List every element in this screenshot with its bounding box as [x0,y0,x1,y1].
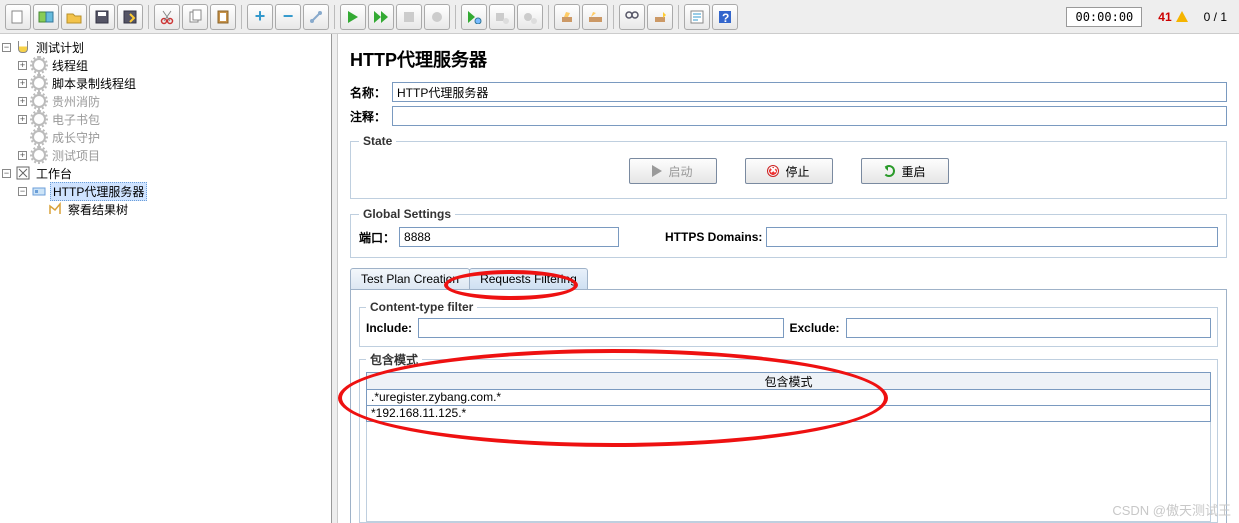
name-input[interactable] [392,82,1227,102]
shutdown-icon[interactable] [424,4,450,30]
clear-icon[interactable] [554,4,580,30]
tree-proxy[interactable]: HTTP代理服务器 [50,182,147,201]
function-helper-icon[interactable] [684,4,710,30]
tree-item[interactable]: 测试项目 [50,147,102,164]
run-notimer-icon[interactable] [368,4,394,30]
exclude-input[interactable] [846,318,1211,338]
tree-root[interactable]: 测试计划 [34,39,86,56]
exclude-label: Exclude: [790,321,840,335]
https-input[interactable] [766,227,1218,247]
tree-item[interactable]: 线程组 [50,57,90,74]
tree-workbench[interactable]: 工作台 [34,165,74,182]
clear-all-icon[interactable] [582,4,608,30]
remote-shutdown-icon[interactable] [517,4,543,30]
global-settings-fieldset: Global Settings 端口： HTTPS Domains: [350,207,1227,258]
new-icon[interactable] [5,4,31,30]
save-icon[interactable] [89,4,115,30]
cut-icon[interactable] [154,4,180,30]
port-label: 端口： [359,229,395,246]
start-button[interactable]: 启动 [629,158,717,184]
remote-stop-icon[interactable] [489,4,515,30]
pattern-row[interactable]: *192.168.11.125.* [366,406,1211,422]
collapse-icon[interactable]: − [275,4,301,30]
templates-icon[interactable] [33,4,59,30]
include-patterns-fieldset: 包含模式 包含模式 .*uregister.zybang.com.* *192.… [359,351,1218,523]
patterns-column-header: 包含模式 [366,372,1211,390]
restart-button[interactable]: 重启 [861,158,949,184]
state-fieldset: State 启动 停止 重启 [350,134,1227,199]
global-legend: Global Settings [359,207,455,221]
search-icon[interactable] [619,4,645,30]
state-legend: State [359,134,396,148]
tab-requests-filtering[interactable]: Requests Filtering [469,268,588,289]
paste-icon[interactable] [210,4,236,30]
toggle-icon[interactable] [303,4,329,30]
tree-item[interactable]: 贵州消防 [50,93,102,110]
comment-input[interactable] [392,106,1227,126]
copy-icon[interactable] [182,4,208,30]
https-label: HTTPS Domains: [665,230,762,244]
panel-title: HTTP代理服务器 [350,46,1227,72]
reset-search-icon[interactable] [647,4,673,30]
tree-result[interactable]: 察看结果树 [66,201,130,218]
port-input[interactable] [399,227,619,247]
help-icon[interactable]: ? [712,4,738,30]
warning-icon[interactable] [1176,11,1188,22]
svg-text:?: ? [722,11,729,25]
warning-count: 41 [1158,10,1171,24]
tab-test-plan-creation[interactable]: Test Plan Creation [350,268,470,289]
name-label: 名称： [350,84,392,101]
stop-icon[interactable] [396,4,422,30]
save-as-icon[interactable] [117,4,143,30]
stop-button[interactable]: 停止 [745,158,833,184]
config-panel: HTTP代理服务器 名称： 注释： State 启动 停止 重启 Global … [338,34,1239,523]
ctfilter-legend: Content-type filter [366,300,477,314]
expand-icon[interactable]: + [247,4,273,30]
remote-start-icon[interactable] [461,4,487,30]
content-type-filter-fieldset: Content-type filter Include: Exclude: [359,300,1218,347]
include-input[interactable] [418,318,783,338]
run-icon[interactable] [340,4,366,30]
watermark: CSDN @傲天测试王 [1112,500,1231,519]
include-label: Include: [366,321,412,335]
open-icon[interactable] [61,4,87,30]
tree-item[interactable]: 脚本录制线程组 [50,75,138,92]
filtering-tabpane: Content-type filter Include: Exclude: 包含… [350,289,1227,523]
thread-ratio: 0 / 1 [1204,10,1227,24]
comment-label: 注释： [350,108,392,125]
tree-item[interactable]: 成长守护 [50,129,102,146]
test-plan-tree[interactable]: −测试计划 +线程组 +脚本录制线程组 +贵州消防 +电子书包 成长守护 +测试… [0,34,332,523]
main-toolbar: + − ? 00:00:00 41 0 / 1 [0,0,1239,34]
pattern-row[interactable]: .*uregister.zybang.com.* [366,390,1211,406]
patterns-legend: 包含模式 [366,351,422,368]
tree-item[interactable]: 电子书包 [50,111,102,128]
patterns-body[interactable] [366,422,1211,522]
elapsed-time: 00:00:00 [1066,7,1142,27]
